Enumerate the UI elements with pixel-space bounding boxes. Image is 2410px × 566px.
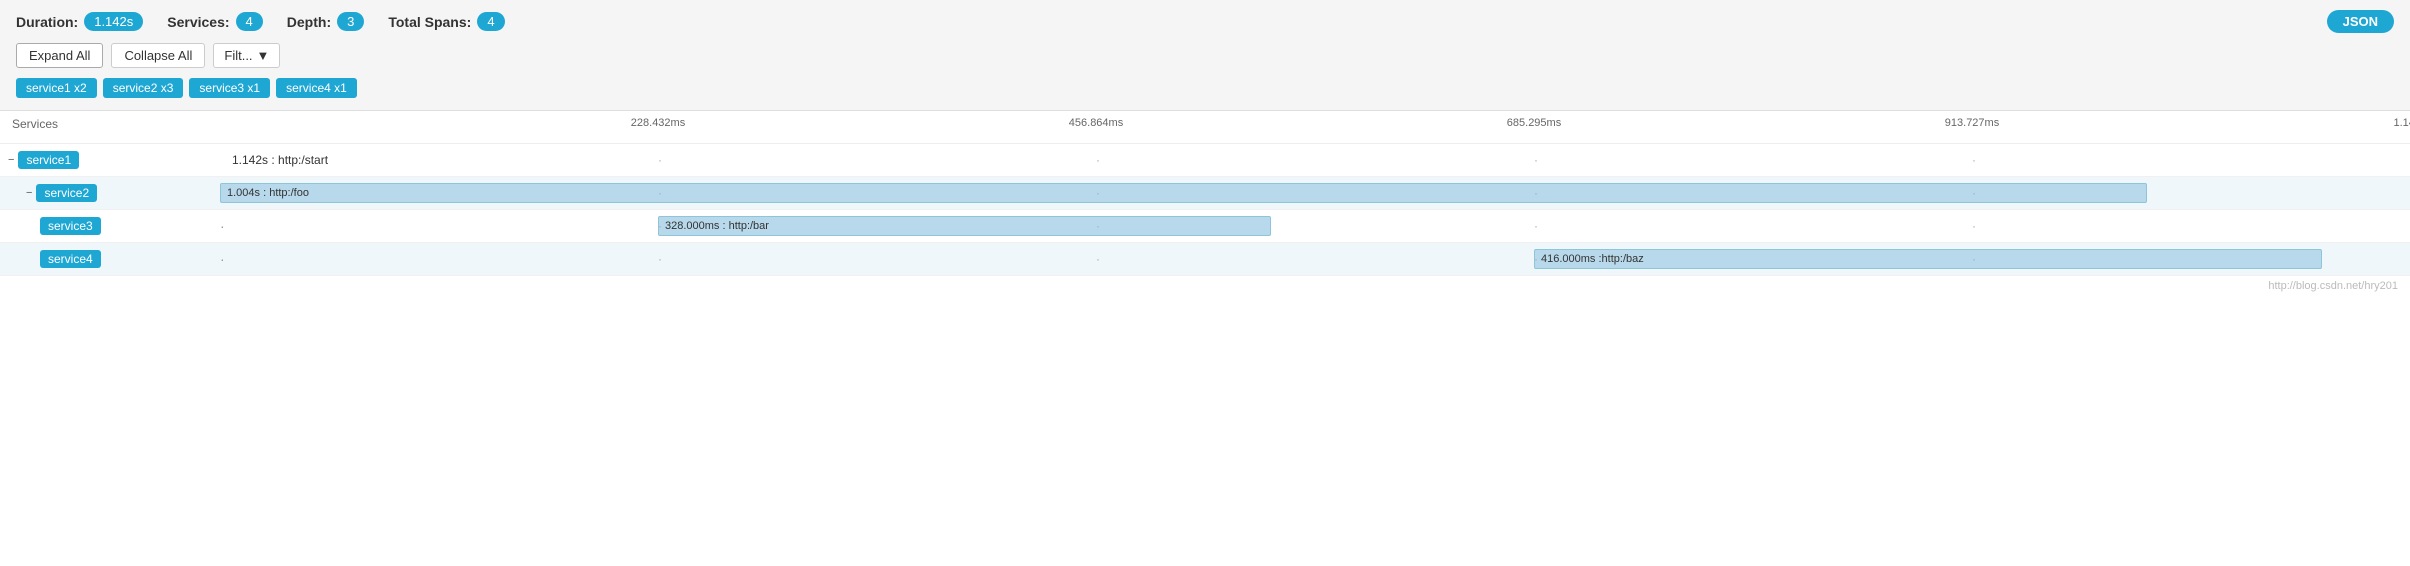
toggle-icon[interactable]: − bbox=[26, 187, 32, 199]
header-bar: Duration: 1.142s Services: 4 Depth: 3 To… bbox=[0, 0, 2410, 111]
span-bar: 328.000ms : http:/bar bbox=[658, 216, 1271, 236]
tick-label: 913.727ms bbox=[1945, 117, 1999, 129]
header-stats: Duration: 1.142s Services: 4 Depth: 3 To… bbox=[16, 10, 2394, 33]
chevron-down-icon: ▼ bbox=[257, 48, 270, 63]
timeline-dot: · bbox=[1096, 186, 1100, 200]
service-label: service2 bbox=[36, 184, 97, 202]
services-column-header: Services bbox=[0, 117, 220, 137]
tick-label: 228.432ms bbox=[631, 117, 685, 129]
timeline-dot: · bbox=[1534, 186, 1538, 200]
timeline-dot: · bbox=[1972, 252, 1976, 266]
service-tag[interactable]: service1 x2 bbox=[16, 78, 97, 98]
services-badge: 4 bbox=[236, 12, 263, 31]
span-label: 1.142s : http:/start bbox=[232, 153, 328, 167]
service-label: service4 bbox=[40, 250, 101, 268]
service-tag[interactable]: service2 x3 bbox=[103, 78, 184, 98]
span-cell: ·1.004s : http:/foo···· bbox=[220, 177, 2410, 209]
timeline-dot: · bbox=[1972, 153, 1976, 167]
header-controls: Expand All Collapse All Filt... ▼ bbox=[16, 43, 2394, 68]
timeline-header: Services 228.432ms 456.864ms 685.295ms 913.… bbox=[0, 111, 2410, 144]
service-cell: service4 bbox=[0, 246, 220, 272]
tick-label: 456.864ms bbox=[1069, 117, 1123, 129]
span-cell: ·328.000ms : http:/bar···· bbox=[220, 210, 2410, 242]
timeline-dot: · bbox=[1972, 219, 1976, 233]
timeline-dot: · bbox=[658, 252, 662, 266]
toggle-icon[interactable]: − bbox=[8, 154, 14, 166]
table-row: service4·416.000ms :http:/baz···· bbox=[0, 243, 2410, 276]
service-tags: service1 x2 service2 x3service3 x1 service… bbox=[16, 78, 2394, 98]
timeline-ticks-header: 228.432ms 456.864ms 685.295ms 913.727ms 1.14… bbox=[220, 117, 2410, 137]
depth-label: Depth: bbox=[287, 14, 331, 30]
watermark: http://blog.csdn.net/hry201 bbox=[0, 276, 2410, 296]
span-cell: ·416.000ms :http:/baz···· bbox=[220, 243, 2410, 275]
service-tag[interactable]: service4 x1 bbox=[276, 78, 357, 98]
timeline-dot: · bbox=[658, 186, 662, 200]
service-cell: service3 bbox=[0, 213, 220, 239]
timeline-dot: · bbox=[658, 153, 662, 167]
filter-label: Filt... bbox=[224, 48, 252, 63]
service-cell: − service2 bbox=[0, 180, 220, 206]
service-label: service1 bbox=[18, 151, 79, 169]
total-spans-label: Total Spans: bbox=[388, 14, 471, 30]
dot-marker: · bbox=[220, 251, 225, 267]
services-stat: Services: 4 bbox=[167, 12, 263, 31]
service-label: service3 bbox=[40, 217, 101, 235]
total-spans-stat: Total Spans: 4 bbox=[388, 12, 504, 31]
duration-stat: Duration: 1.142s bbox=[16, 12, 143, 31]
timeline-dot: · bbox=[1096, 153, 1100, 167]
trace-rows: − service11.142s : http:/start····− serv… bbox=[0, 144, 2410, 276]
services-label: Services: bbox=[167, 14, 229, 30]
timeline-dot: · bbox=[1534, 252, 1538, 266]
tick-label: 1.142s bbox=[2393, 117, 2410, 129]
total-spans-badge: 4 bbox=[477, 12, 504, 31]
table-row: − service2·1.004s : http:/foo···· bbox=[0, 177, 2410, 210]
timeline-dot: · bbox=[1096, 252, 1100, 266]
span-bar: 1.004s : http:/foo bbox=[220, 183, 2147, 203]
filter-dropdown[interactable]: Filt... ▼ bbox=[213, 43, 280, 68]
service-tag[interactable]: service3 x1 bbox=[189, 78, 270, 98]
span-cell: 1.142s : http:/start · · · · bbox=[220, 144, 2410, 176]
service-cell: − service1 bbox=[0, 147, 220, 173]
timeline-dot: · bbox=[658, 219, 662, 233]
duration-label: Duration: bbox=[16, 14, 78, 30]
timeline-dot: · bbox=[1972, 186, 1976, 200]
depth-stat: Depth: 3 bbox=[287, 12, 365, 31]
table-row: service3·328.000ms : http:/bar···· bbox=[0, 210, 2410, 243]
tick-label: 685.295ms bbox=[1507, 117, 1561, 129]
dot-marker: · bbox=[220, 218, 225, 234]
table-row: − service1 1.142s : http:/start · · · · bbox=[0, 144, 2410, 177]
span-bar: 416.000ms :http:/baz bbox=[1534, 249, 2322, 269]
depth-badge: 3 bbox=[337, 12, 364, 31]
duration-badge: 1.142s bbox=[84, 12, 143, 31]
collapse-all-button[interactable]: Collapse All bbox=[111, 43, 205, 68]
timeline-dot: · bbox=[1096, 219, 1100, 233]
expand-all-button[interactable]: Expand All bbox=[16, 43, 103, 68]
timeline-dot: · bbox=[1534, 153, 1538, 167]
json-button[interactable]: JSON bbox=[2327, 10, 2394, 33]
timeline-dot: · bbox=[1534, 219, 1538, 233]
timeline-container: Services 228.432ms 456.864ms 685.295ms 913.… bbox=[0, 111, 2410, 296]
